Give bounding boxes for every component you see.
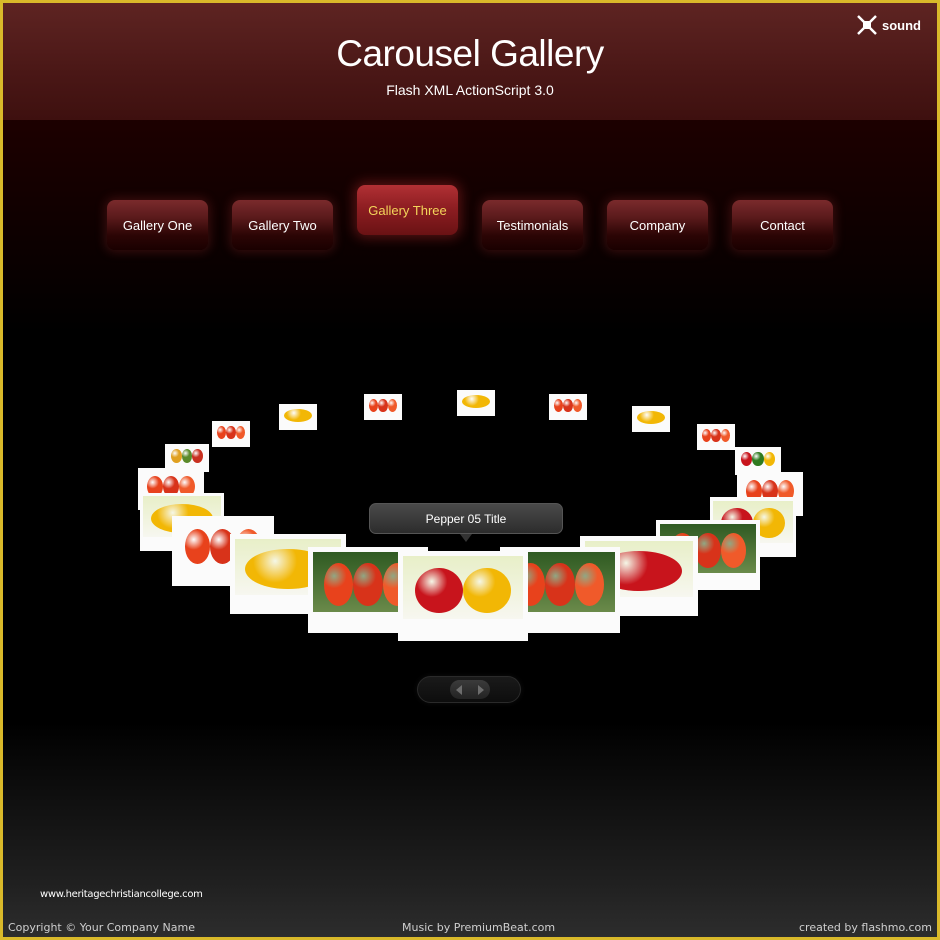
- carousel-image-card[interactable]: [632, 406, 670, 432]
- produce-shape: [226, 425, 236, 439]
- produce-shape: [192, 449, 204, 464]
- arrow-right-icon: [478, 684, 484, 695]
- produce-shape: [217, 425, 227, 439]
- produce-photo: [737, 449, 779, 469]
- produce-photo: [167, 446, 207, 466]
- footer-copyright: Copyright © Your Company Name: [8, 921, 195, 934]
- footer-music-credit[interactable]: Music by PremiumBeat.com: [402, 921, 555, 934]
- produce-shape: [235, 425, 245, 439]
- produce-shape: [763, 452, 775, 467]
- carousel-image-card[interactable]: [457, 390, 495, 416]
- carousel-gallery: [3, 3, 937, 937]
- footer-creator-credit[interactable]: created by flashmo.com: [799, 921, 932, 934]
- produce-shape: [462, 567, 511, 614]
- produce-shape: [752, 452, 764, 467]
- scrollbar-thumb[interactable]: [450, 680, 490, 699]
- app-frame: Carousel Gallery Flash XML ActionScript …: [3, 3, 937, 937]
- produce-shape: [170, 449, 182, 464]
- produce-shape: [181, 449, 193, 464]
- produce-photo: [403, 556, 523, 620]
- produce-shape: [185, 529, 211, 565]
- carousel-scrollbar[interactable]: [417, 676, 521, 703]
- produce-shape: [702, 428, 712, 442]
- produce-shape: [284, 408, 312, 422]
- produce-shape: [323, 562, 354, 607]
- produce-shape: [369, 398, 379, 412]
- produce-photo: [459, 392, 494, 410]
- carousel-image-card[interactable]: [398, 551, 528, 641]
- watermark-text: www.heritagechristiancollege.com: [40, 889, 203, 900]
- produce-shape: [387, 398, 397, 412]
- carousel-image-card[interactable]: [735, 447, 781, 475]
- carousel-image-card[interactable]: [549, 394, 587, 420]
- produce-shape: [720, 533, 747, 569]
- produce-shape: [545, 562, 575, 607]
- produce-shape: [572, 398, 582, 412]
- produce-shape: [711, 428, 721, 442]
- produce-photo: [699, 426, 734, 444]
- produce-shape: [637, 410, 665, 424]
- produce-photo: [214, 423, 249, 441]
- produce-shape: [462, 394, 490, 408]
- tooltip-pointer: [460, 534, 472, 542]
- arrow-left-icon: [456, 684, 462, 695]
- produce-photo: [634, 408, 669, 426]
- produce-shape: [741, 452, 753, 467]
- image-title-tooltip: Pepper 05 Title: [369, 503, 563, 534]
- carousel-image-card[interactable]: [697, 424, 735, 450]
- produce-shape: [415, 567, 463, 614]
- carousel-image-card[interactable]: [279, 404, 317, 430]
- produce-shape: [554, 398, 564, 412]
- produce-photo: [366, 396, 401, 414]
- produce-photo: [551, 396, 586, 414]
- produce-shape: [353, 562, 383, 607]
- carousel-image-card[interactable]: [212, 421, 250, 447]
- produce-shape: [695, 533, 721, 569]
- produce-shape: [563, 398, 573, 412]
- produce-shape: [574, 562, 605, 607]
- produce-shape: [378, 398, 388, 412]
- produce-photo: [281, 406, 316, 424]
- carousel-image-card[interactable]: [364, 394, 402, 420]
- produce-shape: [720, 428, 730, 442]
